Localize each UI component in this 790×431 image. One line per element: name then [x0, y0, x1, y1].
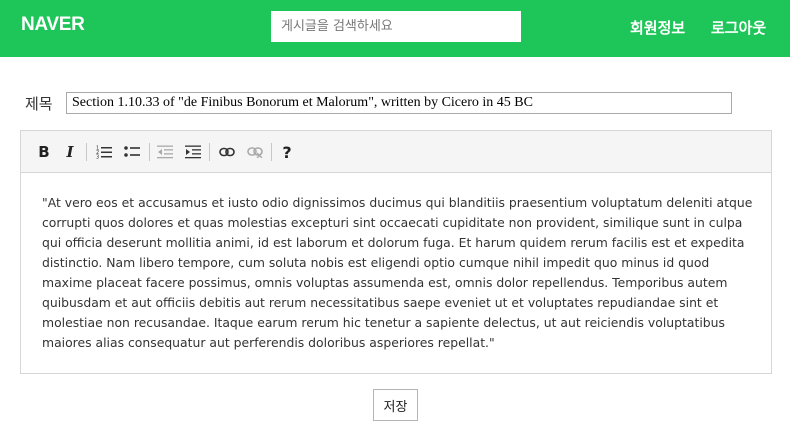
logout-link[interactable]: 로그아웃	[711, 17, 766, 38]
indent-button[interactable]	[183, 142, 203, 162]
toolbar-separator	[209, 143, 210, 161]
editor-content[interactable]: "At vero eos et accusamus et iusto odio …	[42, 193, 754, 353]
rich-text-editor: B I 1 2 3 ? "At vero eos et accusamus et…	[20, 130, 772, 374]
italic-icon: I	[66, 143, 74, 161]
svg-text:3: 3	[96, 155, 99, 160]
toolbar-separator	[271, 143, 272, 161]
outdent-icon	[157, 145, 173, 159]
bulleted-list-icon	[124, 146, 140, 157]
outdent-button[interactable]	[155, 142, 175, 162]
top-header: NAVER 회원정보 로그아웃	[0, 0, 790, 57]
bold-icon: B	[38, 143, 50, 161]
help-button[interactable]: ?	[277, 142, 297, 162]
member-info-link[interactable]: 회원정보	[630, 17, 685, 38]
unlink-button[interactable]	[245, 142, 265, 162]
indent-icon	[185, 145, 201, 159]
title-input[interactable]	[66, 92, 732, 114]
link-button[interactable]	[217, 142, 237, 162]
editor-toolbar: B I 1 2 3 ?	[21, 131, 771, 173]
italic-button[interactable]: I	[60, 142, 80, 162]
naver-logo[interactable]: NAVER	[21, 14, 85, 36]
link-icon	[219, 147, 235, 157]
toolbar-separator	[149, 143, 150, 161]
help-icon: ?	[282, 142, 292, 162]
title-label: 제목	[25, 95, 53, 113]
toolbar-separator	[86, 143, 87, 161]
bold-button[interactable]: B	[34, 142, 54, 162]
numbered-list-icon: 1 2 3	[96, 146, 112, 160]
bulleted-list-button[interactable]	[122, 142, 142, 162]
numbered-list-button[interactable]: 1 2 3	[94, 142, 114, 162]
save-button[interactable]: 저장	[373, 389, 418, 421]
search-input[interactable]	[271, 11, 521, 42]
unlink-icon	[247, 147, 263, 158]
